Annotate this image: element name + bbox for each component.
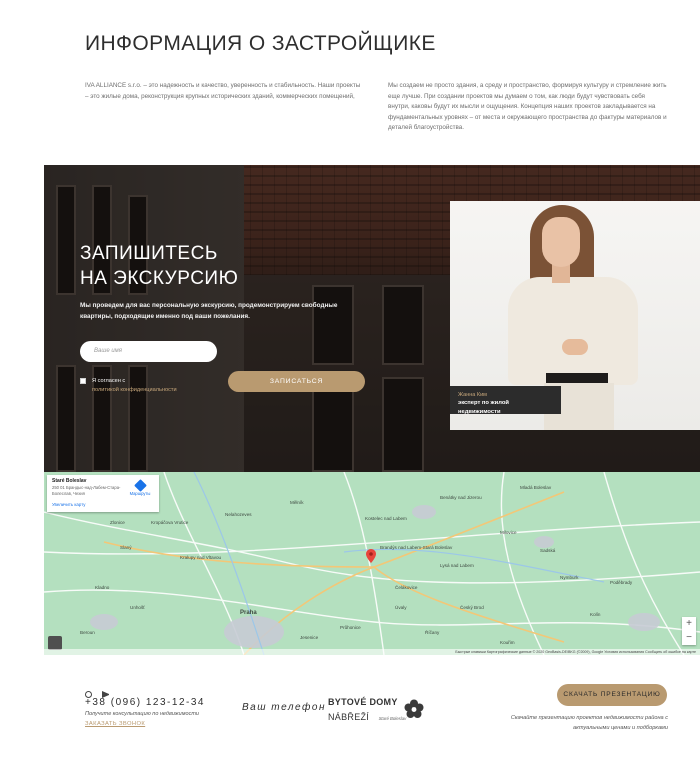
developer-text-right: Мы создаем не просто здания, а среду и п…: [388, 82, 667, 132]
zoom-out-button[interactable]: −: [682, 631, 696, 645]
map-label: Průhonice: [340, 625, 361, 630]
developer-text-left: IVA ALLIANCE s.r.o. – это надежность и к…: [85, 82, 361, 100]
consent-label: Я согласен с политикой конфиденциальност…: [92, 377, 177, 394]
map-label: Nelahozeves: [225, 512, 252, 517]
map-label: Nymburk: [560, 575, 579, 580]
map-label: Benátky nad Jizerou: [440, 495, 482, 500]
map-label: Milovice: [500, 530, 517, 535]
consent-checkbox[interactable]: [80, 378, 86, 384]
directions-icon: [133, 479, 147, 492]
map-label: Sadská: [540, 548, 556, 553]
phone-note: Получите консультацию по недвижимости: [85, 711, 199, 717]
street-view-icon[interactable]: [48, 636, 62, 650]
map-label: Praha: [240, 610, 257, 616]
phone-number[interactable]: +38 (096) 123-12-34: [85, 697, 205, 708]
map-label: Český Brod: [460, 605, 484, 610]
map-address: 250 01 Брандыс-над-Лабем-Стара-Болеслав,…: [52, 485, 121, 496]
map-label: Úvaly: [395, 605, 407, 610]
map-label: Kolín: [590, 612, 601, 617]
enlarge-map-link[interactable]: Увеличить карту: [52, 502, 85, 507]
map-label: Jesenice: [300, 635, 319, 640]
logo-line2: NÁBŘEŽÍ: [328, 712, 370, 722]
map-label: Poděbrady: [610, 580, 633, 585]
map-label: Mladá Boleslav: [520, 485, 552, 490]
logo-line3: Staré Boleslav: [378, 716, 407, 721]
signup-button[interactable]: ЗАПИСАТЬСЯ: [228, 371, 365, 392]
map-label: Unhošť: [130, 605, 146, 610]
map-label: Kladno: [95, 585, 110, 590]
map-label: Beroun: [80, 630, 95, 635]
zoom-control: + −: [682, 617, 696, 645]
location-pin-icon[interactable]: [366, 549, 376, 563]
presentation-note: Скачайте презентацию проектов недвижимос…: [510, 715, 668, 731]
flower-logo-icon: [404, 699, 424, 718]
directions-button[interactable]: Маршруты: [129, 479, 151, 496]
map-info-card: Staré Boleslav 250 01 Брандыс-над-Лабем-…: [47, 475, 159, 512]
map-label: Lysá nad Labem: [440, 563, 474, 568]
map-attribution: Быстрые клавиши Картографические данные …: [44, 649, 700, 655]
excursion-title-line1: ЗАПИШИТЕСЬ: [80, 243, 218, 264]
privacy-policy-link[interactable]: политикой конфиденциальности: [92, 386, 177, 395]
map-label: Slaný: [120, 545, 132, 550]
excursion-description: Мы проведем для вас персональную экскурс…: [80, 302, 338, 320]
excursion-title: ЗАПИШИТЕСЬ НА ЭКСКУРСИЮ: [80, 241, 280, 291]
map-label: Čelákovice: [395, 585, 418, 590]
consent-text: Я согласен с: [92, 378, 126, 384]
map-label: Brandýs nad Labem-Stará Boleslav: [380, 545, 453, 550]
map-label: Kostelec nad Labem: [365, 516, 407, 521]
map-label: Říčany: [425, 630, 440, 635]
map-label: Zlonice: [110, 520, 125, 525]
expert-name: Жанна Ким: [458, 392, 487, 398]
download-presentation-button[interactable]: СКАЧАТЬ ПРЕЗЕНТАЦИЮ: [557, 684, 667, 706]
zoom-in-button[interactable]: +: [682, 617, 696, 631]
developer-title: ИНФОРМАЦИЯ О ЗАСТРОЙЩИКЕ: [85, 32, 436, 55]
logo-line1: BYTOVÉ DOMY: [328, 697, 398, 707]
expert-role: эксперт по жилой недвижимости: [458, 400, 509, 415]
map-label: Mělník: [290, 500, 304, 505]
callback-link[interactable]: ЗАКАЗАТЬ ЗВОНОК: [85, 721, 145, 727]
name-input[interactable]: Ваше имя: [80, 341, 217, 362]
excursion-title-line2: НА ЭКСКУРСИЮ: [80, 268, 239, 289]
expert-card: Жанна Ким эксперт по жилой недвижимости: [450, 386, 561, 415]
map-label: Kralupy nad Vltavou: [180, 555, 222, 560]
map-label: Kropáčova Vrutice: [151, 520, 189, 525]
map-label: Kouřim: [500, 640, 515, 645]
logo[interactable]: BYTOVÉ DOMY NÁBŘEŽÍ Staré Boleslav: [328, 697, 406, 725]
